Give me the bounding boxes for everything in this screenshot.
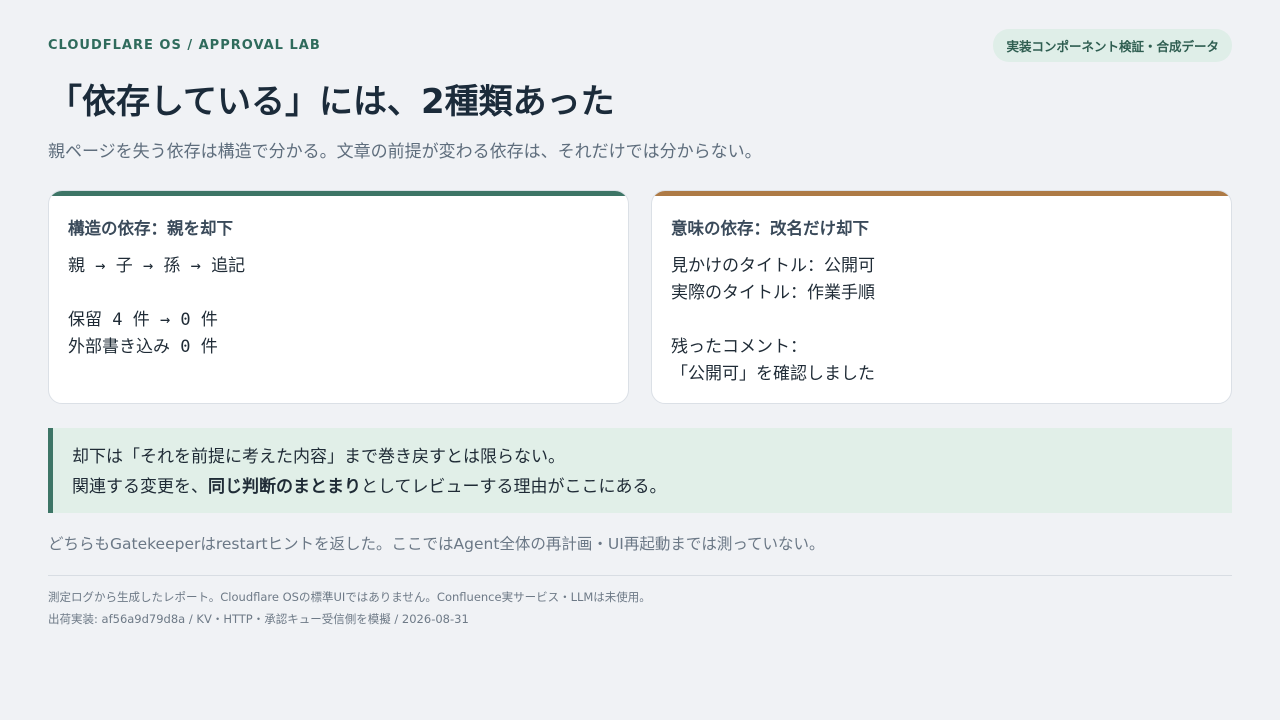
page-subtitle: 親ページを失う依存は構造で分かる。文章の前提が変わる依存は、それだけでは分からな… xyxy=(48,142,762,162)
card-line: 実際のタイトル：作業手順 xyxy=(671,283,875,303)
callout-text: としてレビューする理由がここにある。 xyxy=(361,477,667,497)
footer-divider xyxy=(48,575,1232,576)
comparison-cards: 構造の依存：親を却下 親 → 子 → 孫 → 追記 保留 4 件 → 0 件 外… xyxy=(48,190,1232,404)
footer-build-info: 出荷実装: af56a9d79d8a / KV・HTTP・承認キュー受信側を模擬… xyxy=(48,612,469,626)
card-line: 見かけのタイトル：公開可 xyxy=(671,256,875,276)
top-bar: CLOUDFLARE OS / APPROVAL LAB 実装コンポーネント検証… xyxy=(48,28,1232,62)
report-page: CLOUDFLARE OS / APPROVAL LAB 実装コンポーネント検証… xyxy=(0,0,1280,720)
gatekeeper-note: どちらもGatekeeperはrestartヒントを返した。ここではAgent全… xyxy=(48,535,825,553)
callout-emphasis: 同じ判断のまとまり xyxy=(208,477,361,497)
card-line: 「公開可」を確認しました xyxy=(671,364,875,384)
structural-dependency-card: 構造の依存：親を却下 親 → 子 → 孫 → 追記 保留 4 件 → 0 件 外… xyxy=(48,190,629,404)
card-line: 親 → 子 → 孫 → 追記 xyxy=(68,256,246,276)
footer-disclaimer: 測定ログから生成したレポート。Cloudflare OSの標準UIではありません… xyxy=(48,590,651,604)
card-body: 親 → 子 → 孫 → 追記 保留 4 件 → 0 件 外部書き込み 0 件 xyxy=(68,253,609,361)
card-body: 見かけのタイトル：公開可 実際のタイトル：作業手順 残ったコメント： 「公開可」… xyxy=(671,253,1212,388)
card-line: 外部書き込み 0 件 xyxy=(68,337,218,357)
brand-label: CLOUDFLARE OS / APPROVAL LAB xyxy=(48,37,321,53)
card-title: 意味の依存：改名だけ却下 xyxy=(671,219,869,238)
synthetic-data-badge: 実装コンポーネント検証・合成データ xyxy=(993,28,1232,62)
card-line: 残ったコメント： xyxy=(671,337,807,357)
callout-line-2: 関連する変更を、同じ判断のまとまりとしてレビューする理由がここにある。 xyxy=(72,472,1213,502)
callout-text: 関連する変更を、 xyxy=(72,477,208,497)
semantic-dependency-card: 意味の依存：改名だけ却下 見かけのタイトル：公開可 実際のタイトル：作業手順 残… xyxy=(651,190,1232,404)
card-line: 保留 4 件 → 0 件 xyxy=(68,310,218,330)
card-line xyxy=(671,307,1212,334)
key-insight-callout: 却下は「それを前提に考えた内容」まで巻き戻すとは限らない。 関連する変更を、同じ… xyxy=(48,428,1232,513)
callout-line-1: 却下は「それを前提に考えた内容」まで巻き戻すとは限らない。 xyxy=(72,447,565,467)
card-line xyxy=(68,280,609,307)
page-title: 「依存している」には、2種類あった xyxy=(48,82,615,122)
card-title: 構造の依存：親を却下 xyxy=(68,219,233,238)
